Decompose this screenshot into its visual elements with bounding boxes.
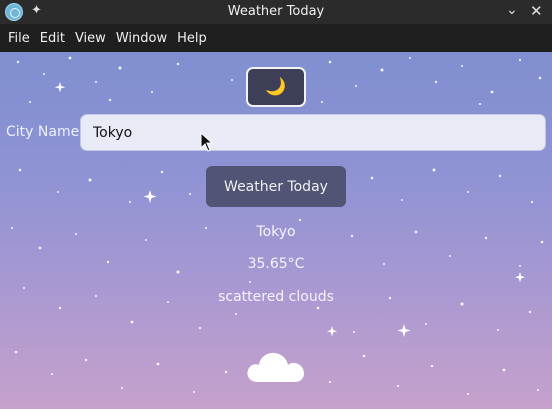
result-city: Tokyo <box>256 224 296 240</box>
menu-bar: File Edit View Window Help <box>0 24 552 52</box>
weather-today-button[interactable]: Weather Today <box>206 166 346 207</box>
mouse-cursor-icon <box>200 132 214 152</box>
app-content: 🌙 City Name: Weather Today Tokyo 35.65°C… <box>0 52 552 409</box>
cloud-icon <box>247 352 304 382</box>
menu-window[interactable]: Window <box>111 31 172 46</box>
menu-view[interactable]: View <box>70 31 111 46</box>
city-name-label: City Name: <box>6 124 84 140</box>
title-bar: ✦ Weather Today ⌄ ✕ <box>0 0 552 24</box>
result-temperature: 35.65°C <box>247 256 305 272</box>
moon-icon: 🌙 <box>265 77 287 96</box>
menu-edit[interactable]: Edit <box>35 31 70 46</box>
result-description: scattered clouds <box>218 289 334 305</box>
close-icon[interactable]: ✕ <box>530 2 543 20</box>
city-name-input[interactable] <box>80 114 546 151</box>
menu-help[interactable]: Help <box>172 31 212 46</box>
menu-file[interactable]: File <box>3 31 35 46</box>
minimize-icon[interactable]: ⌄ <box>506 2 518 18</box>
window-title: Weather Today <box>227 4 325 19</box>
theme-toggle-button[interactable]: 🌙 <box>246 67 306 107</box>
